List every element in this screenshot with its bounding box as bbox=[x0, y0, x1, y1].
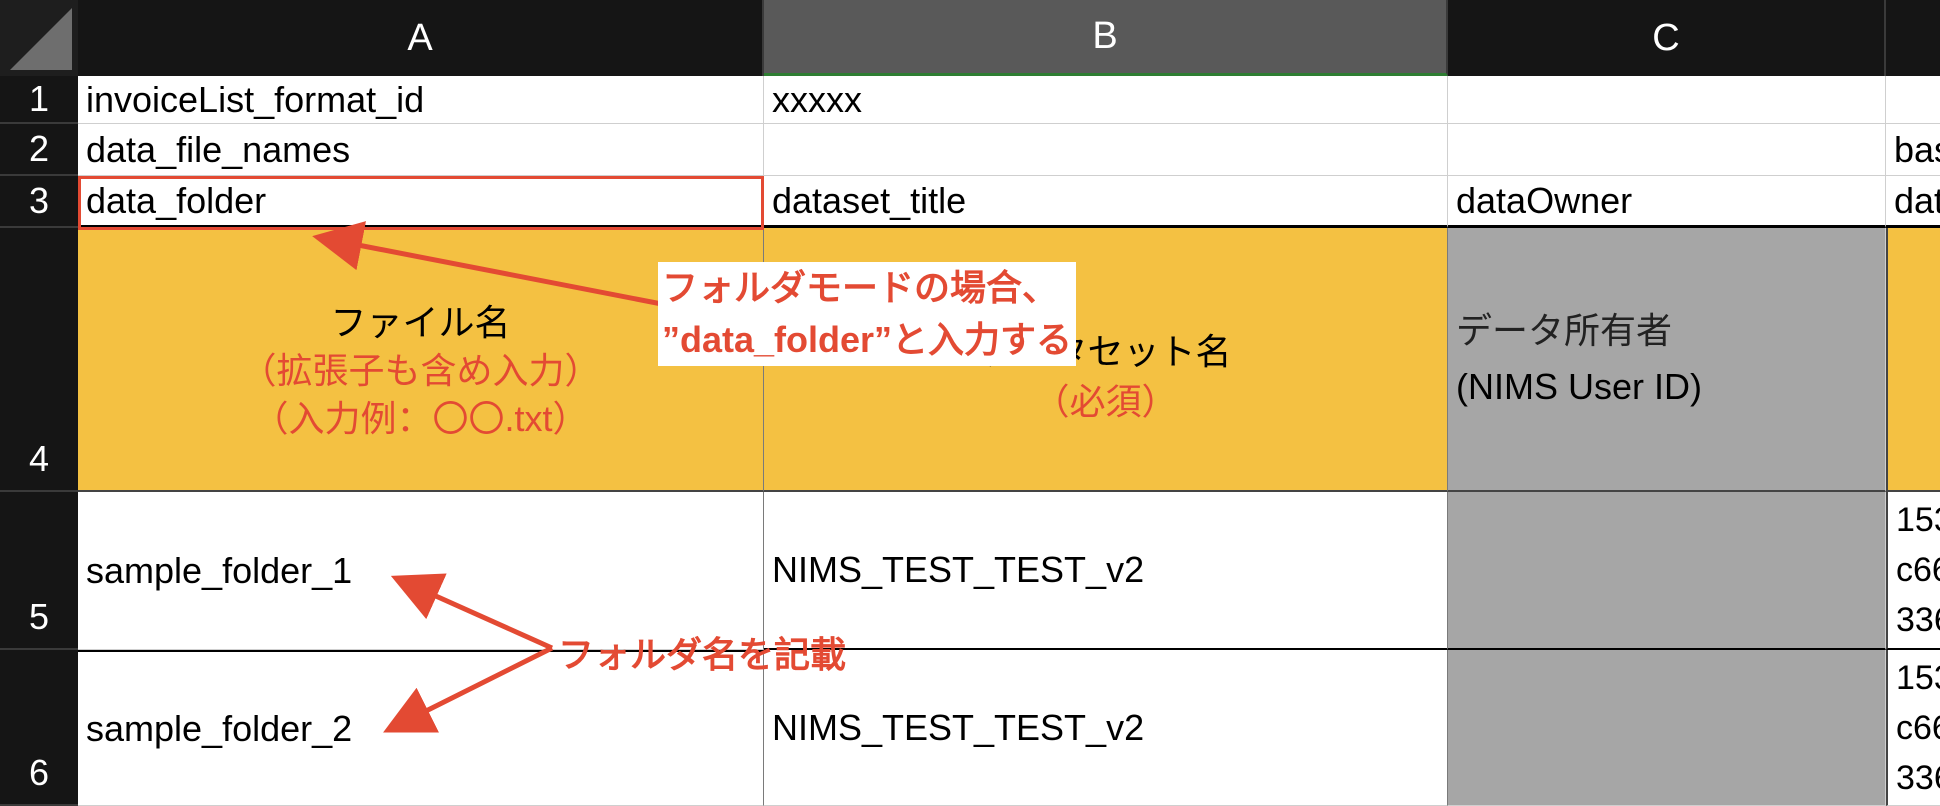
annotation-arrows bbox=[312, 221, 673, 733]
arrow-to-data-folder bbox=[312, 221, 673, 309]
arrow-to-sample-folder-2 bbox=[383, 645, 554, 733]
annotation-folder-mode-line-1: フォルダモードの場合、 bbox=[662, 267, 1059, 308]
annotation-folder-name: フォルダ名を記載 bbox=[558, 634, 847, 675]
annotation-folder-mode-line-2: ”data_folder”と入力する bbox=[662, 319, 1073, 360]
annotation-folder-mode: フォルダモードの場合、 ”data_folder”と入力する bbox=[658, 262, 1077, 366]
arrow-to-sample-folder-1 bbox=[390, 573, 554, 651]
